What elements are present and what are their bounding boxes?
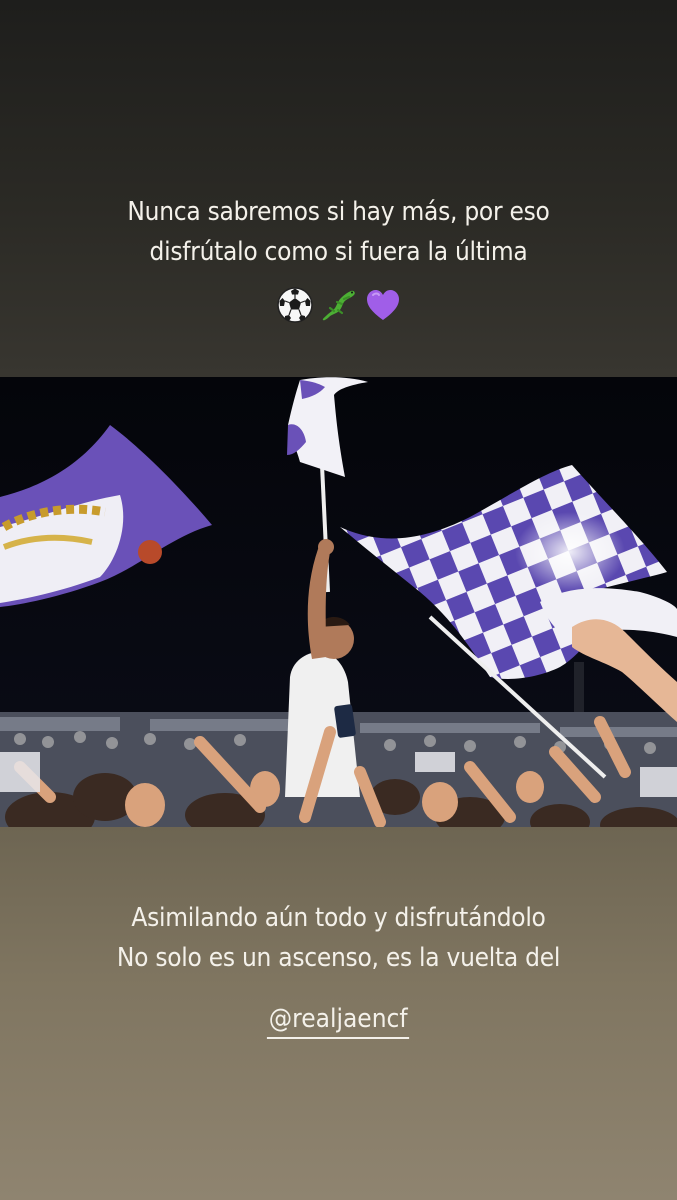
top-caption-line-2: disfrútalo como si fuera la última: [149, 237, 528, 267]
instagram-story: Nunca sabremos si hay más, por eso disfr…: [0, 0, 677, 1200]
top-caption: Nunca sabremos si hay más, por eso disfr…: [34, 192, 643, 272]
mention-sticker[interactable]: @realjaencf: [0, 1002, 677, 1039]
purple-heart-icon: [364, 286, 402, 324]
lizard-icon: [320, 286, 358, 324]
bottom-caption-line-1: Asimilando aún todo y disfrutándolo: [131, 903, 546, 933]
bottom-caption: Asimilando aún todo y disfrutándolo No s…: [34, 898, 643, 978]
bottom-caption-line-2: No solo es un ascenso, es la vuelta del: [116, 943, 561, 973]
mention-link[interactable]: @realjaencf: [267, 1002, 410, 1039]
emoji-row: [0, 286, 677, 324]
soccer-ball-icon: [276, 286, 314, 324]
top-caption-line-1: Nunca sabremos si hay más, por eso: [127, 197, 550, 227]
celebration-photo: [0, 377, 677, 827]
